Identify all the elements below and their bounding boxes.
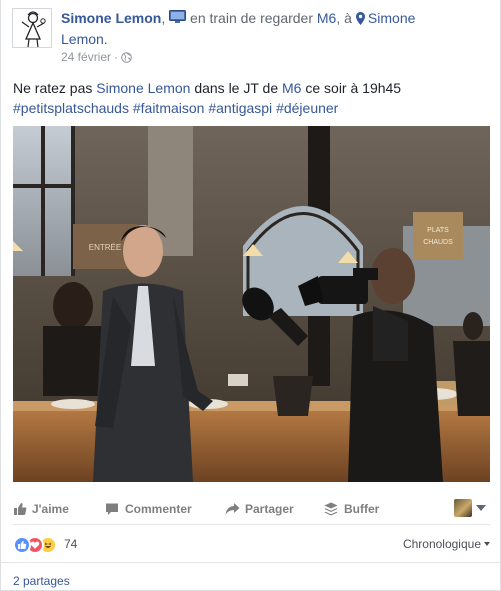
reaction-icons[interactable] (13, 536, 61, 554)
sort-label: Chronologique (402, 537, 481, 551)
share-button[interactable]: Partager (225, 499, 315, 519)
hashtag-link[interactable]: #antigaspi (208, 100, 272, 116)
divider (1, 562, 501, 563)
buffer-label: Buffer (344, 502, 380, 516)
reactions-summary: 74 Chronologique (13, 533, 490, 557)
post-meta: 24 février · (61, 50, 132, 66)
facebook-post: Simone Lemon, en train de regarder M6, à… (0, 0, 501, 591)
mention-link[interactable]: Simone Lemon (96, 80, 190, 96)
like-label: J'aime (32, 502, 69, 516)
comment-button[interactable]: Commenter (105, 499, 205, 519)
buffer-button[interactable]: Buffer (324, 499, 404, 519)
like-reaction-icon (13, 536, 31, 554)
thumbs-up-icon (14, 503, 27, 515)
location-pin-icon (355, 11, 365, 30)
share-arrow-icon (225, 503, 240, 515)
location-link-line2[interactable]: Lemon. (61, 31, 108, 47)
viewer-avatar (454, 499, 472, 517)
buffer-layers-icon (324, 502, 338, 516)
location-link-line1[interactable]: Simone (368, 10, 415, 26)
author-avatar[interactable] (12, 8, 52, 48)
photo-illustration: PLATS CHAUDS ENTRÉE (13, 126, 490, 482)
hashtag-link[interactable]: #petitsplatschauds (13, 100, 129, 116)
channel-link[interactable]: M6 (282, 80, 301, 96)
comment-label: Commenter (125, 502, 192, 516)
post-message: Ne ratez pas Simone Lemon dans le JT de … (13, 78, 491, 118)
globe-icon[interactable] (121, 52, 132, 66)
chevron-down-icon (476, 505, 486, 511)
message-text-part2: dans le JT de (190, 80, 283, 96)
message-text-part3: ce soir à 19h45 (301, 80, 402, 96)
comment-sort-dropdown[interactable]: Chronologique (403, 537, 490, 551)
share-label: Partager (245, 502, 294, 516)
reaction-count[interactable]: 74 (64, 537, 77, 551)
hashtag-link[interactable]: #faitmaison (133, 100, 205, 116)
post-actions-bar: J'aime Commenter Partager Buffer (13, 493, 490, 525)
headline-comma: , (161, 10, 166, 26)
comment-icon (106, 503, 118, 515)
activity-target-link[interactable]: M6 (317, 10, 336, 26)
post-headline: Simone Lemon, en train de regarder M6, à… (61, 9, 481, 49)
photo-sign-chauds: CHAUDS (423, 239, 453, 246)
like-button[interactable]: J'aime (13, 499, 83, 519)
shares-link[interactable]: 2 partages (13, 574, 70, 588)
activity-text: en train de regarder (190, 10, 313, 26)
caret-down-icon (484, 542, 490, 546)
post-date[interactable]: 24 février (61, 50, 111, 64)
post-as-selector[interactable] (454, 497, 490, 519)
at-word: , à (336, 10, 352, 26)
photo-sign-plats: PLATS (427, 227, 449, 234)
hashtag-link[interactable]: #déjeuner (276, 100, 338, 116)
post-header: Simone Lemon, en train de regarder M6, à… (12, 8, 492, 64)
meta-separator: · (114, 50, 119, 64)
author-name[interactable]: Simone Lemon (61, 10, 161, 26)
post-photo[interactable]: PLATS CHAUDS ENTRÉE (13, 126, 490, 482)
message-text-part1: Ne ratez pas (13, 80, 97, 96)
photo-sign-entree: ENTRÉE (89, 243, 121, 252)
tv-icon (169, 10, 190, 26)
